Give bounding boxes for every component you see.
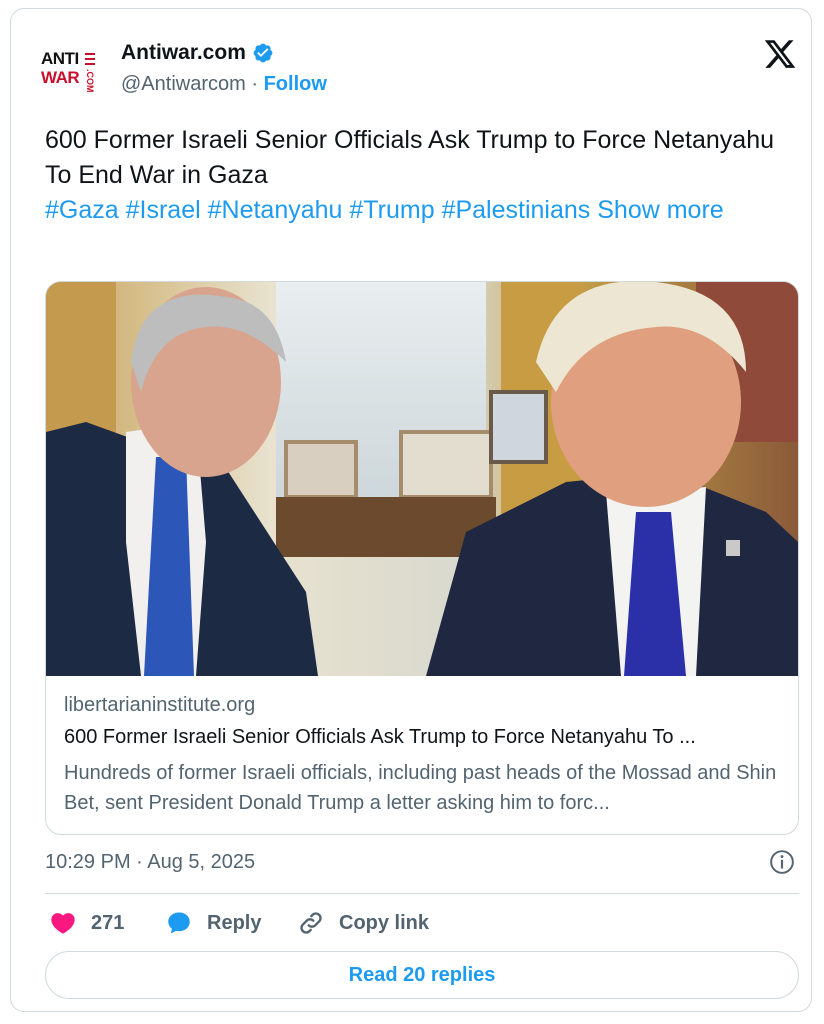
reply-label: Reply xyxy=(207,911,262,934)
copy-link-label: Copy link xyxy=(339,911,430,934)
heart-icon xyxy=(51,913,75,934)
hashtag-netanyahu[interactable]: #Netanyahu xyxy=(208,196,343,224)
link-info[interactable]: libertarianinstitute.org 600 Former Isra… xyxy=(46,676,798,834)
logo-line2: WAR xyxy=(41,68,80,87)
separator: · xyxy=(251,73,259,95)
hashtag-israel[interactable]: #Israel xyxy=(126,196,201,224)
link-preview-card[interactable]: libertarianinstitute.org 600 Former Isra… xyxy=(45,281,799,835)
tweet-timestamp[interactable]: 10:29 PM · Aug 5, 2025 xyxy=(45,851,255,874)
divider xyxy=(45,893,799,894)
link-icon xyxy=(300,912,322,934)
follow-button[interactable]: Follow xyxy=(264,73,327,95)
show-more-link[interactable]: Show more xyxy=(597,196,723,224)
article-photo[interactable] xyxy=(46,282,798,676)
read-replies-button[interactable]: Read 20 replies xyxy=(45,951,799,999)
verified-badge-icon xyxy=(253,43,273,63)
handle-line: @Antiwarcom · Follow xyxy=(121,73,327,96)
link-description: Hundreds of former Israeli officials, in… xyxy=(64,762,777,814)
like-count: 271 xyxy=(91,911,125,934)
reply-button[interactable]: Reply xyxy=(165,907,261,939)
account-handle[interactable]: @Antiwarcom xyxy=(121,73,246,95)
like-button[interactable]: 271 xyxy=(49,907,124,939)
link-title: 600 Former Israeli Senior Officials Ask … xyxy=(64,726,696,748)
antiwar-logo[interactable]: ANTI WAR .COM xyxy=(41,47,103,93)
tweet-card: ANTI WAR .COM Antiwar.com @Antiwarcom · … xyxy=(10,8,812,1012)
info-icon[interactable] xyxy=(769,849,795,875)
hashtag-trump[interactable]: #Trump xyxy=(349,196,434,224)
logo-bars xyxy=(85,53,95,67)
hashtag-line: #Gaza #Israel #Netanyahu #Trump #Palesti… xyxy=(45,193,785,228)
tweet-body: 600 Former Israeli Senior Officials Ask … xyxy=(45,126,775,189)
hashtag-palestinians[interactable]: #Palestinians xyxy=(442,196,591,224)
copy-link-button[interactable]: Copy link xyxy=(297,907,429,939)
hashtag-gaza[interactable]: #Gaza xyxy=(45,196,119,224)
account-name-text: Antiwar.com xyxy=(121,41,246,64)
x-logo-icon[interactable] xyxy=(763,37,797,71)
tweet-text: 600 Former Israeli Senior Officials Ask … xyxy=(45,123,785,228)
account-name[interactable]: Antiwar.com xyxy=(121,41,274,65)
reply-bubble-icon xyxy=(168,912,190,934)
link-domain: libertarianinstitute.org xyxy=(64,694,256,716)
logo-line1: ANTI xyxy=(41,49,79,68)
logo-suffix: .COM xyxy=(85,69,95,93)
